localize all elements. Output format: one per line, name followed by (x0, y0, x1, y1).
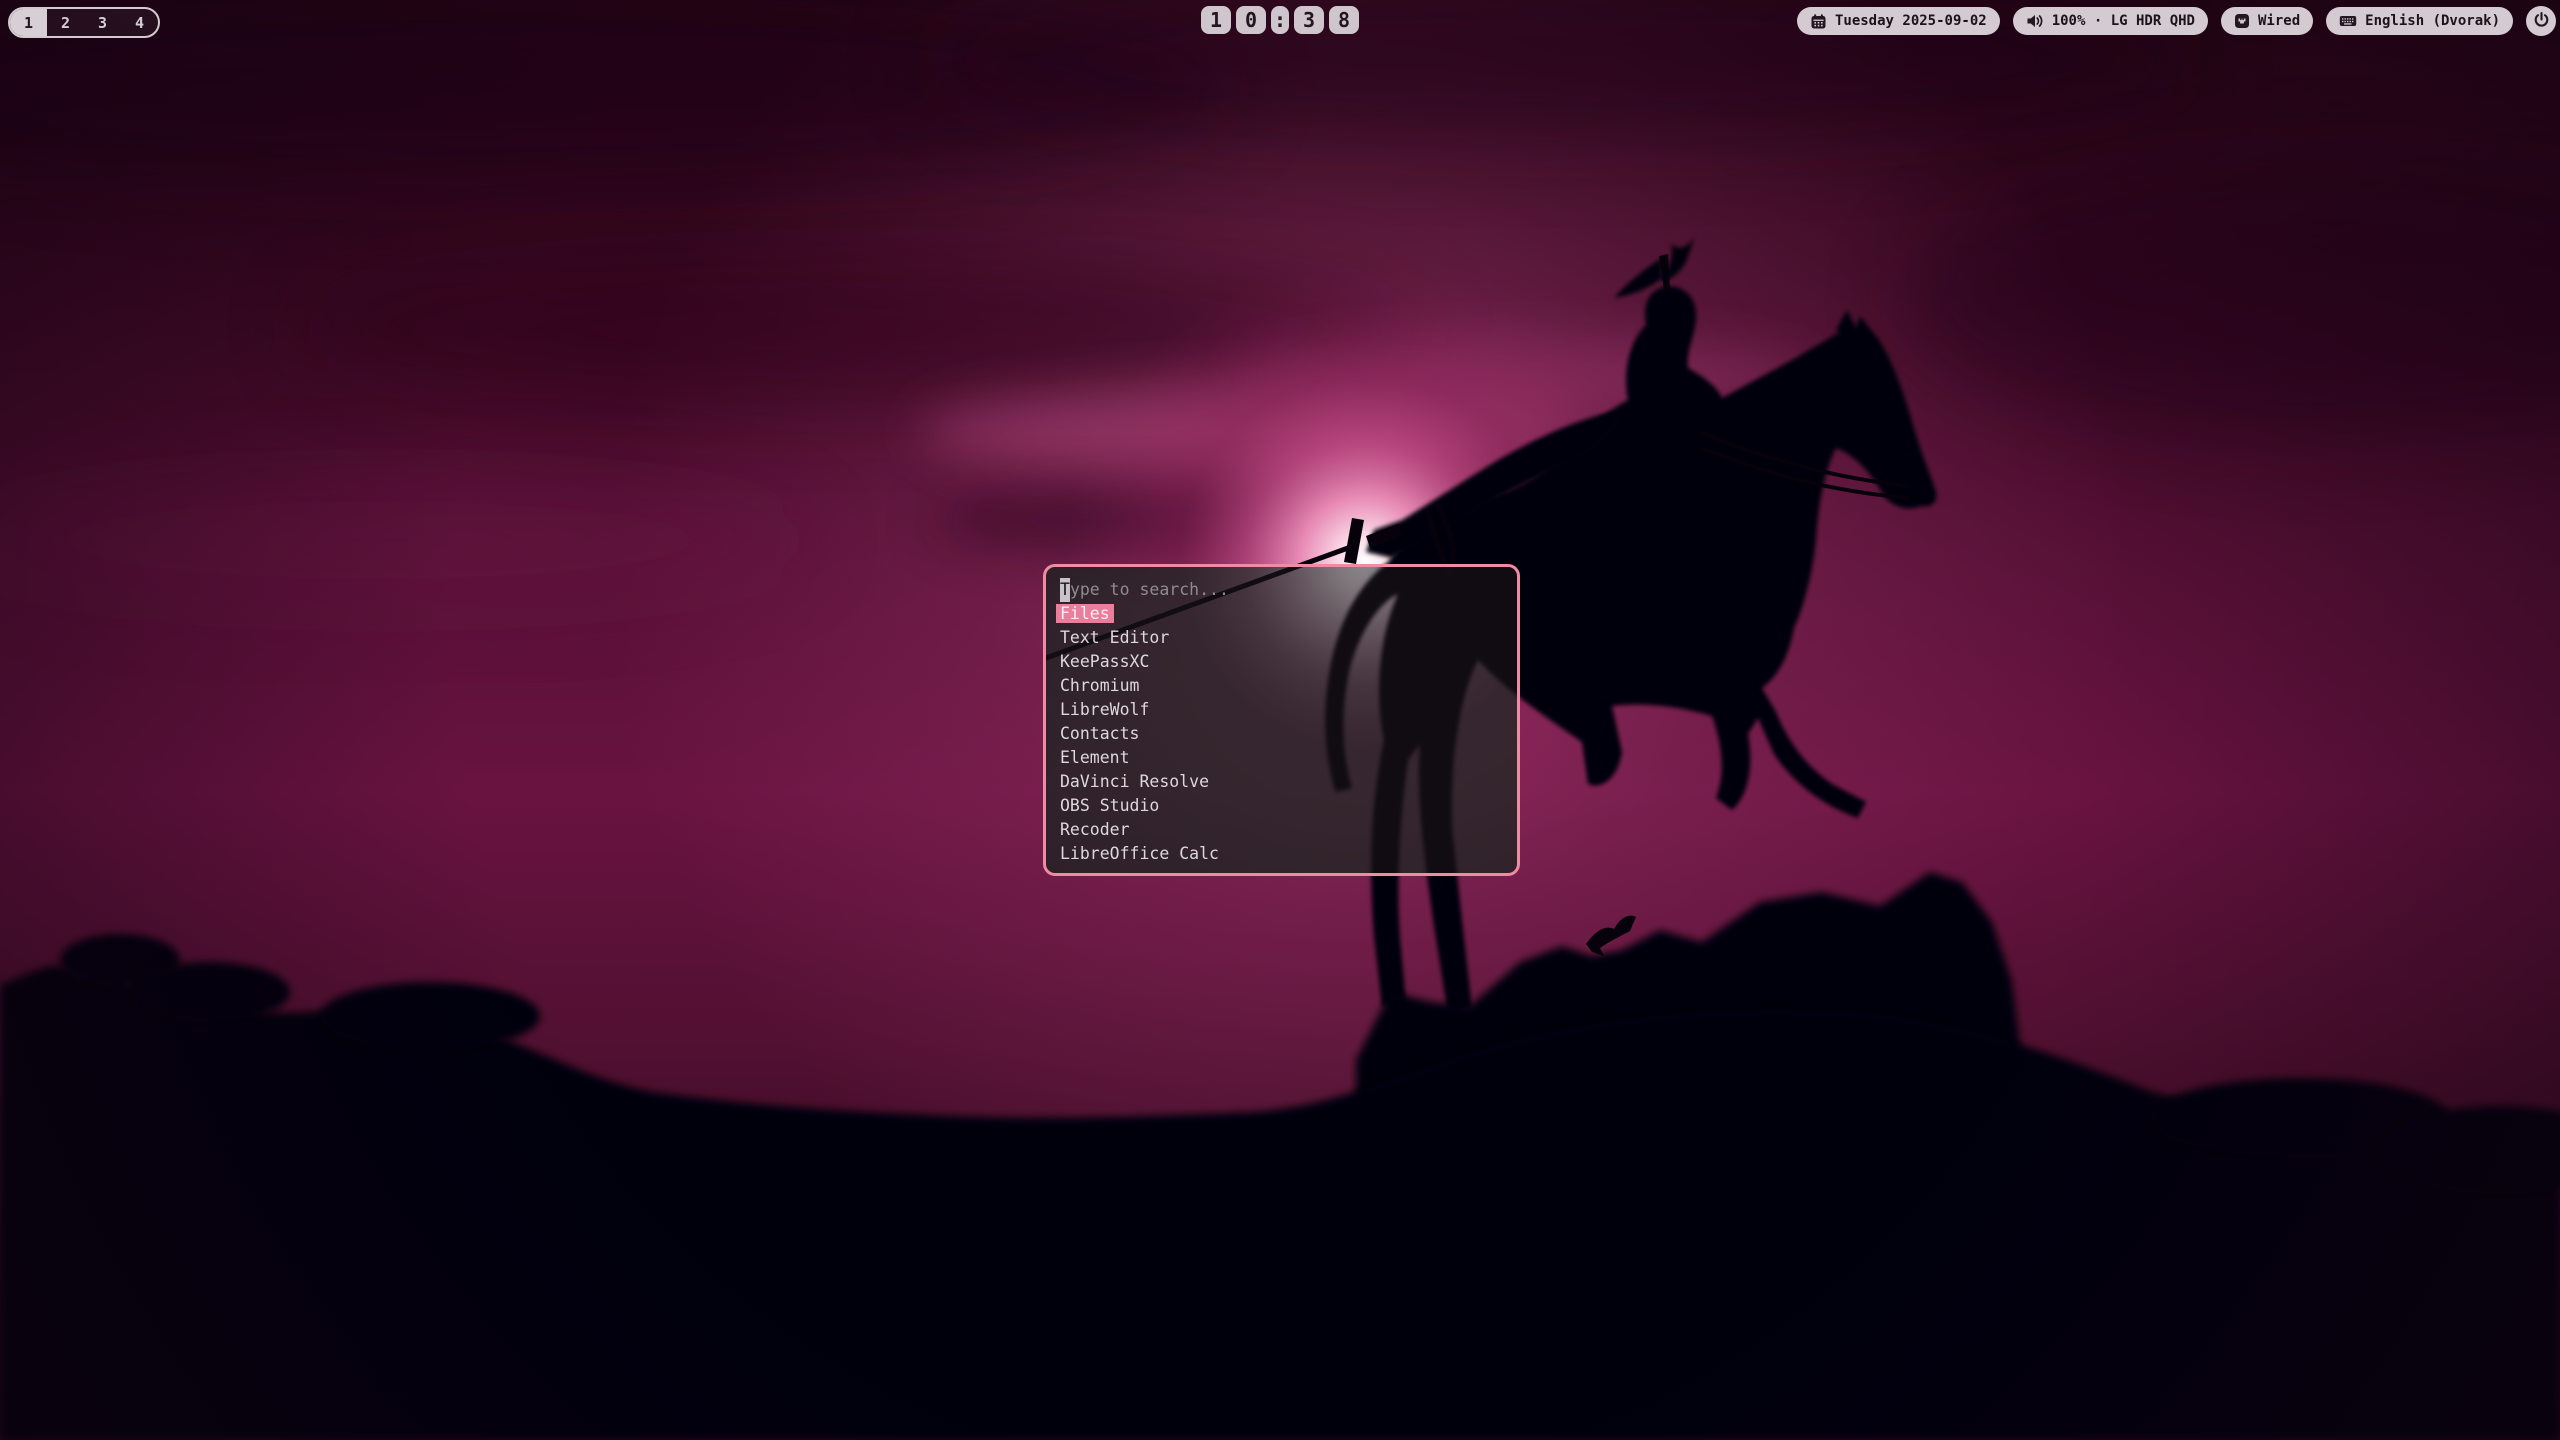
launcher-item-recoder[interactable]: Recoder (1060, 818, 1503, 842)
status-tray: Tuesday 2025-09-02 100% · LG HDR QHD (1797, 6, 2556, 36)
volume-label: 100% · LG HDR QHD (2052, 13, 2195, 29)
clock-digit: 1 (1201, 6, 1231, 34)
search-input[interactable]: Type to search... (1060, 578, 1503, 602)
app-list: Files Text Editor KeePassXC Chromium Lib… (1060, 602, 1503, 866)
launcher-item-keepassxc[interactable]: KeePassXC (1060, 650, 1503, 674)
workspace-2[interactable]: 2 (47, 9, 84, 36)
launcher-item-librewolf[interactable]: LibreWolf (1060, 698, 1503, 722)
top-bar: 1 2 3 4 1 0 : 3 8 (0, 0, 2560, 42)
launcher-item-element[interactable]: Element (1060, 746, 1503, 770)
launcher-item-text-editor[interactable]: Text Editor (1060, 626, 1503, 650)
volume-pill[interactable]: 100% · LG HDR QHD (2013, 7, 2208, 35)
workspace-4[interactable]: 4 (121, 9, 158, 36)
clock-colon: : (1271, 6, 1289, 34)
clock-digit: 8 (1329, 6, 1359, 34)
network-label: Wired (2258, 13, 2300, 29)
clock-widget[interactable]: 1 0 : 3 8 (1201, 6, 1359, 34)
clock-digit: 0 (1236, 6, 1266, 34)
launcher-item-chromium[interactable]: Chromium (1060, 674, 1503, 698)
launcher-item-obs-studio[interactable]: OBS Studio (1060, 794, 1503, 818)
desktop: 1 2 3 4 1 0 : 3 8 (0, 0, 2560, 1440)
launcher-item-libreoffice-calc[interactable]: LibreOffice Calc (1060, 842, 1503, 866)
search-placeholder-rest: ype to search... (1070, 580, 1229, 599)
workspace-1[interactable]: 1 (10, 9, 47, 36)
date-label: Tuesday 2025-09-02 (1835, 13, 1987, 29)
app-launcher: Type to search... Files Text Editor KeeP… (1043, 564, 1520, 876)
workspace-switcher: 1 2 3 4 (8, 7, 160, 38)
clock-digit: 3 (1294, 6, 1324, 34)
ethernet-icon (2234, 13, 2250, 29)
keyboard-icon (2339, 14, 2357, 28)
network-pill[interactable]: Wired (2221, 7, 2313, 35)
launcher-item-contacts[interactable]: Contacts (1060, 722, 1503, 746)
calendar-icon (1810, 13, 1827, 30)
keyboard-layout-label: English (Dvorak) (2365, 13, 2500, 29)
volume-icon (2026, 13, 2044, 29)
launcher-item-files[interactable]: Files (1060, 602, 1503, 626)
text-cursor: T (1060, 578, 1070, 602)
power-button[interactable] (2526, 6, 2556, 36)
launcher-item-davinci-resolve[interactable]: DaVinci Resolve (1060, 770, 1503, 794)
search-cursor-char: T (1060, 580, 1070, 599)
power-icon (2533, 11, 2550, 32)
date-pill[interactable]: Tuesday 2025-09-02 (1797, 7, 2000, 35)
keyboard-layout-pill[interactable]: English (Dvorak) (2326, 7, 2513, 35)
workspace-3[interactable]: 3 (84, 9, 121, 36)
